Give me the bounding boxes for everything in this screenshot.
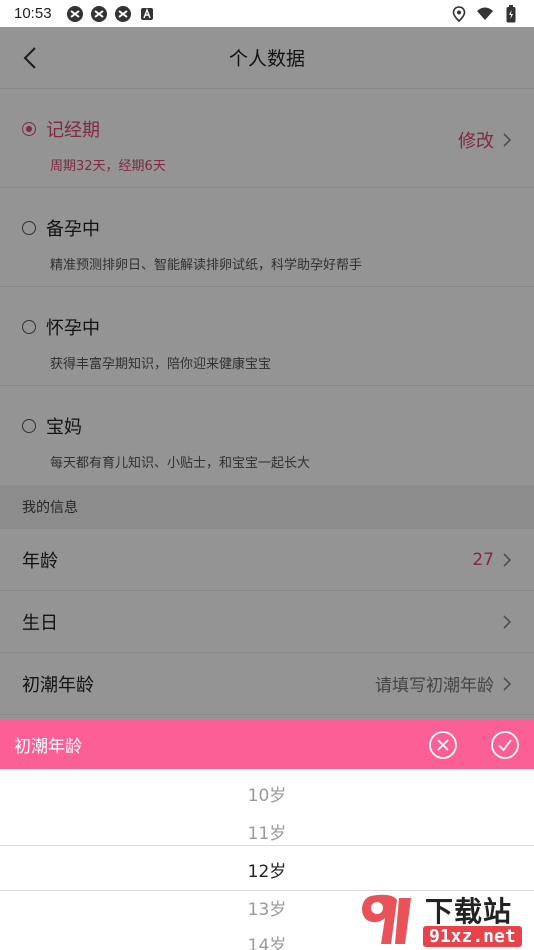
wheel-option[interactable]: 10岁 <box>0 781 534 806</box>
wheel-option-selected[interactable]: 12岁 <box>0 857 534 882</box>
watermark-title: 下载站 <box>425 895 513 928</box>
status-time: 10:53 <box>14 5 52 22</box>
wheel-option[interactable]: 11岁 <box>0 819 534 844</box>
cancel-button[interactable] <box>428 730 458 760</box>
system-icons <box>450 4 520 23</box>
app-notification-icon <box>114 5 132 23</box>
site-watermark: 下载站 91xz.net <box>359 888 534 950</box>
watermark-site: 91xz.net <box>423 926 522 947</box>
location-icon <box>450 5 468 23</box>
a-box-icon <box>138 5 156 23</box>
picker-title: 初潮年龄 <box>14 737 82 757</box>
close-circle-icon <box>429 730 457 759</box>
confirm-button[interactable] <box>490 730 520 760</box>
app-notification-icon <box>66 5 84 23</box>
battery-icon <box>502 4 520 23</box>
wifi-icon <box>476 5 494 23</box>
check-circle-icon <box>491 730 519 759</box>
notification-icons <box>66 5 156 23</box>
wheel-divider <box>0 845 534 846</box>
picker-toolbar: 初潮年龄 <box>0 720 534 769</box>
picker-actions <box>428 730 520 760</box>
app-notification-icon <box>90 5 108 23</box>
status-bar: 10:53 <box>0 0 534 27</box>
